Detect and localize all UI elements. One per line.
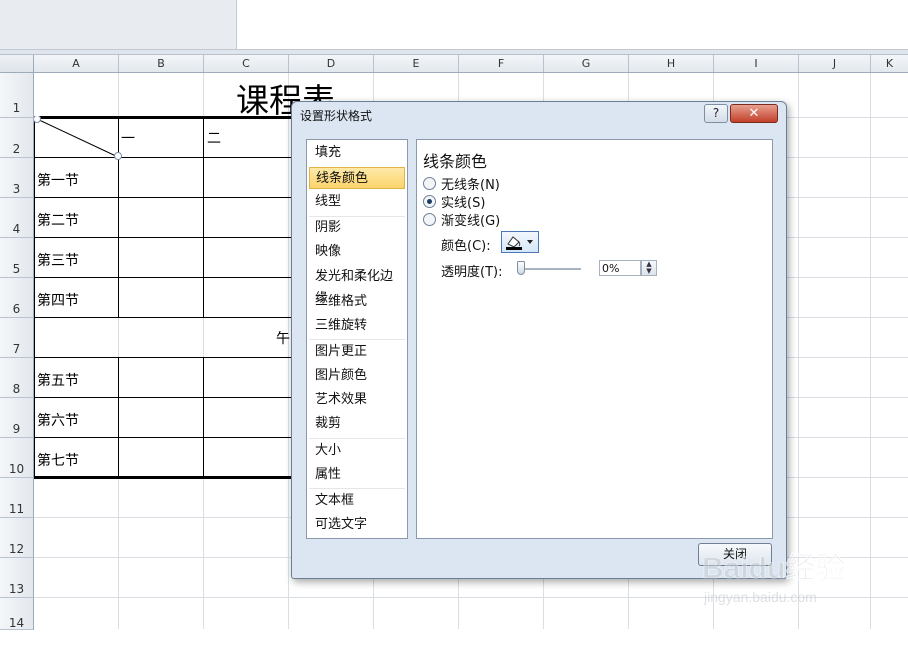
column-header-a[interactable]: A xyxy=(34,55,119,72)
dialog-title: 设置形状格式 xyxy=(300,109,373,123)
period-label-7: 第七节 xyxy=(37,453,79,469)
column-header-e[interactable]: E xyxy=(374,55,459,72)
nav-fill[interactable]: 填充 xyxy=(309,142,405,164)
nav-3d-format[interactable]: 三维格式 xyxy=(309,291,405,313)
paint-bucket-icon xyxy=(506,236,533,250)
period-label-2: 第二节 xyxy=(37,213,79,229)
nav-artistic-effects[interactable]: 艺术效果 xyxy=(309,389,405,411)
nav-size[interactable]: 大小 xyxy=(309,440,405,462)
column-header-g[interactable]: G xyxy=(544,55,629,72)
column-header-b[interactable]: B xyxy=(119,55,204,72)
noon-label: 午 xyxy=(276,331,290,347)
row-header-9[interactable]: 9 xyxy=(0,398,34,438)
column-header-d[interactable]: D xyxy=(289,55,374,72)
label-gradient-line: 渐变线(G) xyxy=(441,214,501,229)
line-color-panel: 线条颜色 无线条(N) 实线(S) 渐变线(G) 颜色(C): 透明度(T): … xyxy=(416,139,773,539)
column-header-c[interactable]: C xyxy=(204,55,289,72)
row-header-2[interactable]: 2 xyxy=(0,118,34,158)
svg-text:Baidu经验: Baidu经验 xyxy=(702,551,845,585)
radio-gradient-line[interactable] xyxy=(423,213,436,226)
label-no-line: 无线条(N) xyxy=(441,178,500,193)
column-header-j[interactable]: J xyxy=(799,55,871,72)
select-all-corner[interactable] xyxy=(0,55,34,73)
period-label-1: 第一节 xyxy=(37,173,79,189)
shape-handle-end[interactable] xyxy=(114,152,122,160)
row-header-7[interactable]: 7 xyxy=(0,318,34,358)
nav-picture-color[interactable]: 图片颜色 xyxy=(309,365,405,387)
nav-reflection[interactable]: 映像 xyxy=(309,241,405,263)
nav-line-style[interactable]: 线型 xyxy=(309,191,405,213)
column-header-k[interactable]: K xyxy=(871,55,908,72)
row-header-5[interactable]: 5 xyxy=(0,238,34,278)
formula-bar[interactable] xyxy=(237,0,908,50)
row-header-6[interactable]: 6 xyxy=(0,278,34,318)
transparency-slider-thumb[interactable] xyxy=(517,261,525,275)
radio-solid-line[interactable] xyxy=(423,195,436,208)
period-label-3: 第三节 xyxy=(37,253,79,269)
name-box[interactable] xyxy=(0,0,237,50)
nav-3d-rotation[interactable]: 三维旋转 xyxy=(309,315,405,337)
color-label: 颜色(C): xyxy=(441,239,491,254)
column-header-h[interactable]: H xyxy=(629,55,714,72)
nav-text-box[interactable]: 文本框 xyxy=(309,490,405,512)
shape-handle-start[interactable] xyxy=(34,116,41,123)
chevron-down-icon xyxy=(527,240,533,244)
row-header-14[interactable]: 14 xyxy=(0,598,34,630)
row-header-3[interactable]: 3 xyxy=(0,158,34,198)
row-header-12[interactable]: 12 xyxy=(0,518,34,558)
color-picker-button[interactable] xyxy=(501,231,539,253)
row-header-11[interactable]: 11 xyxy=(0,478,34,518)
transparency-spinner[interactable]: ▲ ▼ xyxy=(641,260,657,276)
baidu-watermark-logo: Baidu经验 jingyan.baidu.com xyxy=(702,551,846,605)
nav-glow-soft-edges[interactable]: 发光和柔化边缘 xyxy=(309,266,405,306)
nav-picture-corrections[interactable]: 图片更正 xyxy=(309,341,405,363)
row-header-8[interactable]: 8 xyxy=(0,358,34,398)
nav-alt-text[interactable]: 可选文字 xyxy=(309,514,405,536)
row-header-10[interactable]: 10 xyxy=(0,438,34,478)
transparency-label: 透明度(T): xyxy=(441,265,503,280)
nav-shadow[interactable]: 阴影 xyxy=(309,217,405,239)
column-header-bar: A B C D E F G H I J K xyxy=(0,55,908,73)
period-label-4: 第四节 xyxy=(37,293,79,309)
transparency-slider-track[interactable] xyxy=(521,268,581,270)
column-header-f[interactable]: F xyxy=(459,55,544,72)
radio-no-line[interactable] xyxy=(423,177,436,190)
day-header-2: 二 xyxy=(207,131,221,147)
close-icon[interactable]: ✕ xyxy=(730,104,778,123)
period-label-5: 第五节 xyxy=(37,373,79,389)
nav-properties[interactable]: 属性 xyxy=(309,464,405,486)
day-header-1: 一 xyxy=(121,131,135,147)
nav-crop[interactable]: 裁剪 xyxy=(309,413,405,435)
svg-text:jingyan.baidu.com: jingyan.baidu.com xyxy=(703,589,817,605)
diagonal-line-shape[interactable] xyxy=(34,116,124,161)
label-solid-line: 实线(S) xyxy=(441,196,486,211)
row-header-13[interactable]: 13 xyxy=(0,558,34,598)
format-shape-dialog: 设置形状格式 ? ✕ 填充 线条颜色 线型 阴影 映像 发光和柔化边缘 三维格式… xyxy=(291,101,787,579)
table-bottom-border xyxy=(34,476,292,479)
column-header-i[interactable]: I xyxy=(714,55,799,72)
help-button[interactable]: ? xyxy=(704,104,728,123)
row-header-1[interactable]: 1 xyxy=(0,73,34,118)
panel-title: 线条颜色 xyxy=(423,152,488,171)
nav-line-color[interactable]: 线条颜色 xyxy=(309,167,405,189)
transparency-input[interactable]: 0% xyxy=(599,260,641,276)
period-label-6: 第六节 xyxy=(37,413,79,429)
category-list: 填充 线条颜色 线型 阴影 映像 发光和柔化边缘 三维格式 三维旋转 图片更正 … xyxy=(306,139,408,539)
row-header-4[interactable]: 4 xyxy=(0,198,34,238)
